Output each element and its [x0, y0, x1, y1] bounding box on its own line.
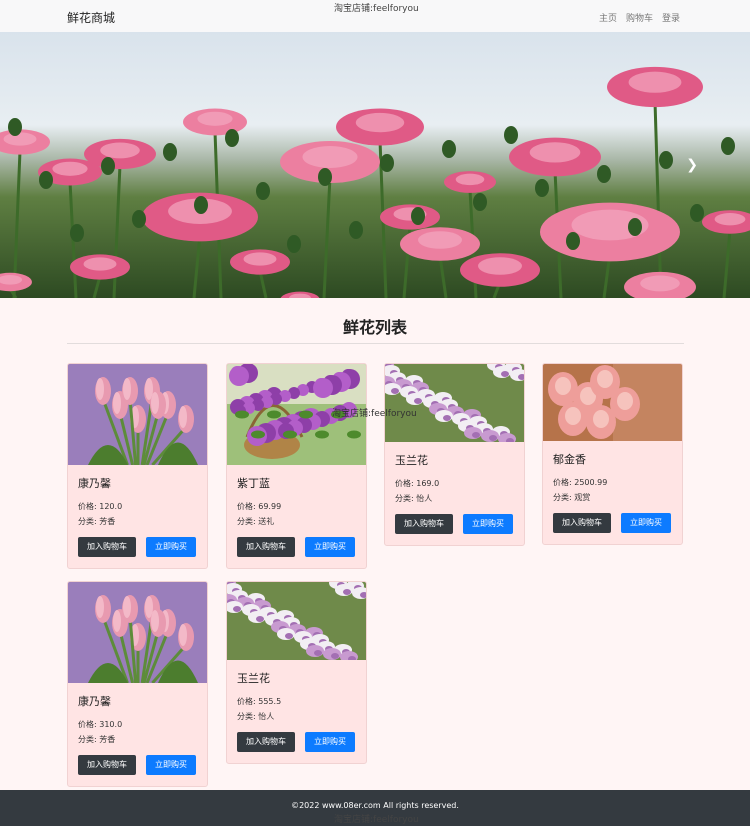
- product-card: 郁金香 价格: 2500.99 分类: 观赏 加入购物车 立即购买: [542, 363, 683, 545]
- product-card: 玉兰花 价格: 169.0 分类: 怡人 加入购物车 立即购买: [384, 363, 525, 546]
- nav-cart-link[interactable]: 购物车: [626, 11, 653, 24]
- product-image[interactable]: [385, 364, 524, 442]
- section-divider: [67, 343, 684, 344]
- chevron-right-icon[interactable]: ❯: [686, 157, 698, 173]
- footer-copyright: ©2022 www.08er.com All rights reserved.: [291, 801, 459, 810]
- product-price: 价格: 69.99: [237, 502, 282, 511]
- product-image[interactable]: [68, 582, 207, 683]
- hero-poppy-image: [0, 66, 750, 298]
- product-name: 康乃馨: [78, 695, 111, 708]
- hero-carousel: ❯: [0, 32, 750, 298]
- product-category: 分类: 观赏: [553, 493, 591, 502]
- product-name: 郁金香: [553, 453, 586, 466]
- product-price: 价格: 169.0: [395, 479, 440, 488]
- product-price: 价格: 555.5: [237, 697, 282, 706]
- buy-now-button[interactable]: 立即购买: [146, 755, 196, 775]
- product-category: 分类: 芳香: [78, 517, 116, 526]
- product-price: 价格: 310.0: [78, 720, 123, 729]
- product-name: 玉兰花: [395, 454, 428, 467]
- product-card: 玉兰花 价格: 555.5 分类: 怡人 加入购物车 立即购买: [226, 581, 367, 764]
- buy-now-button[interactable]: 立即购买: [146, 537, 196, 557]
- product-category: 分类: 芳香: [78, 735, 116, 744]
- product-category: 分类: 送礼: [237, 517, 275, 526]
- section-title: 鲜花列表: [342, 318, 407, 337]
- product-price: 价格: 120.0: [78, 502, 123, 511]
- product-card: 康乃馨 价格: 310.0 分类: 芳香 加入购物车 立即购买: [67, 581, 208, 787]
- product-card: 康乃馨 价格: 120.0 分类: 芳香 加入购物车 立即购买: [67, 363, 208, 569]
- product-name: 玉兰花: [237, 672, 270, 685]
- product-card: 紫丁蓝 价格: 69.99 分类: 送礼 加入购物车 立即购买: [226, 363, 367, 569]
- watermark-top: 淘宝店铺:feelforyou: [334, 4, 419, 14]
- product-name: 紫丁蓝: [237, 477, 270, 490]
- product-price: 价格: 2500.99: [553, 478, 608, 487]
- add-to-cart-button[interactable]: 加入购物车: [553, 513, 611, 533]
- buy-now-button[interactable]: 立即购买: [621, 513, 671, 533]
- watermark-middle: 淘宝店铺:feelforyou: [332, 409, 417, 419]
- product-name: 康乃馨: [78, 477, 111, 490]
- product-image[interactable]: [227, 582, 366, 660]
- buy-now-button[interactable]: 立即购买: [305, 732, 355, 752]
- brand-logo[interactable]: 鲜花商城: [67, 9, 115, 26]
- add-to-cart-button[interactable]: 加入购物车: [237, 732, 295, 752]
- product-category: 分类: 怡人: [395, 494, 433, 503]
- add-to-cart-button[interactable]: 加入购物车: [237, 537, 295, 557]
- buy-now-button[interactable]: 立即购买: [463, 514, 513, 534]
- add-to-cart-button[interactable]: 加入购物车: [78, 755, 136, 775]
- nav-home-link[interactable]: 主页: [599, 11, 617, 24]
- nav-links: 主页 购物车 登录: [599, 11, 680, 24]
- nav-login-link[interactable]: 登录: [662, 11, 680, 24]
- watermark-bottom: 淘宝店铺:feelforyou: [334, 815, 419, 825]
- product-image[interactable]: [68, 364, 207, 465]
- add-to-cart-button[interactable]: 加入购物车: [395, 514, 453, 534]
- product-image[interactable]: [543, 364, 682, 441]
- product-category: 分类: 怡人: [237, 712, 275, 721]
- buy-now-button[interactable]: 立即购买: [305, 537, 355, 557]
- add-to-cart-button[interactable]: 加入购物车: [78, 537, 136, 557]
